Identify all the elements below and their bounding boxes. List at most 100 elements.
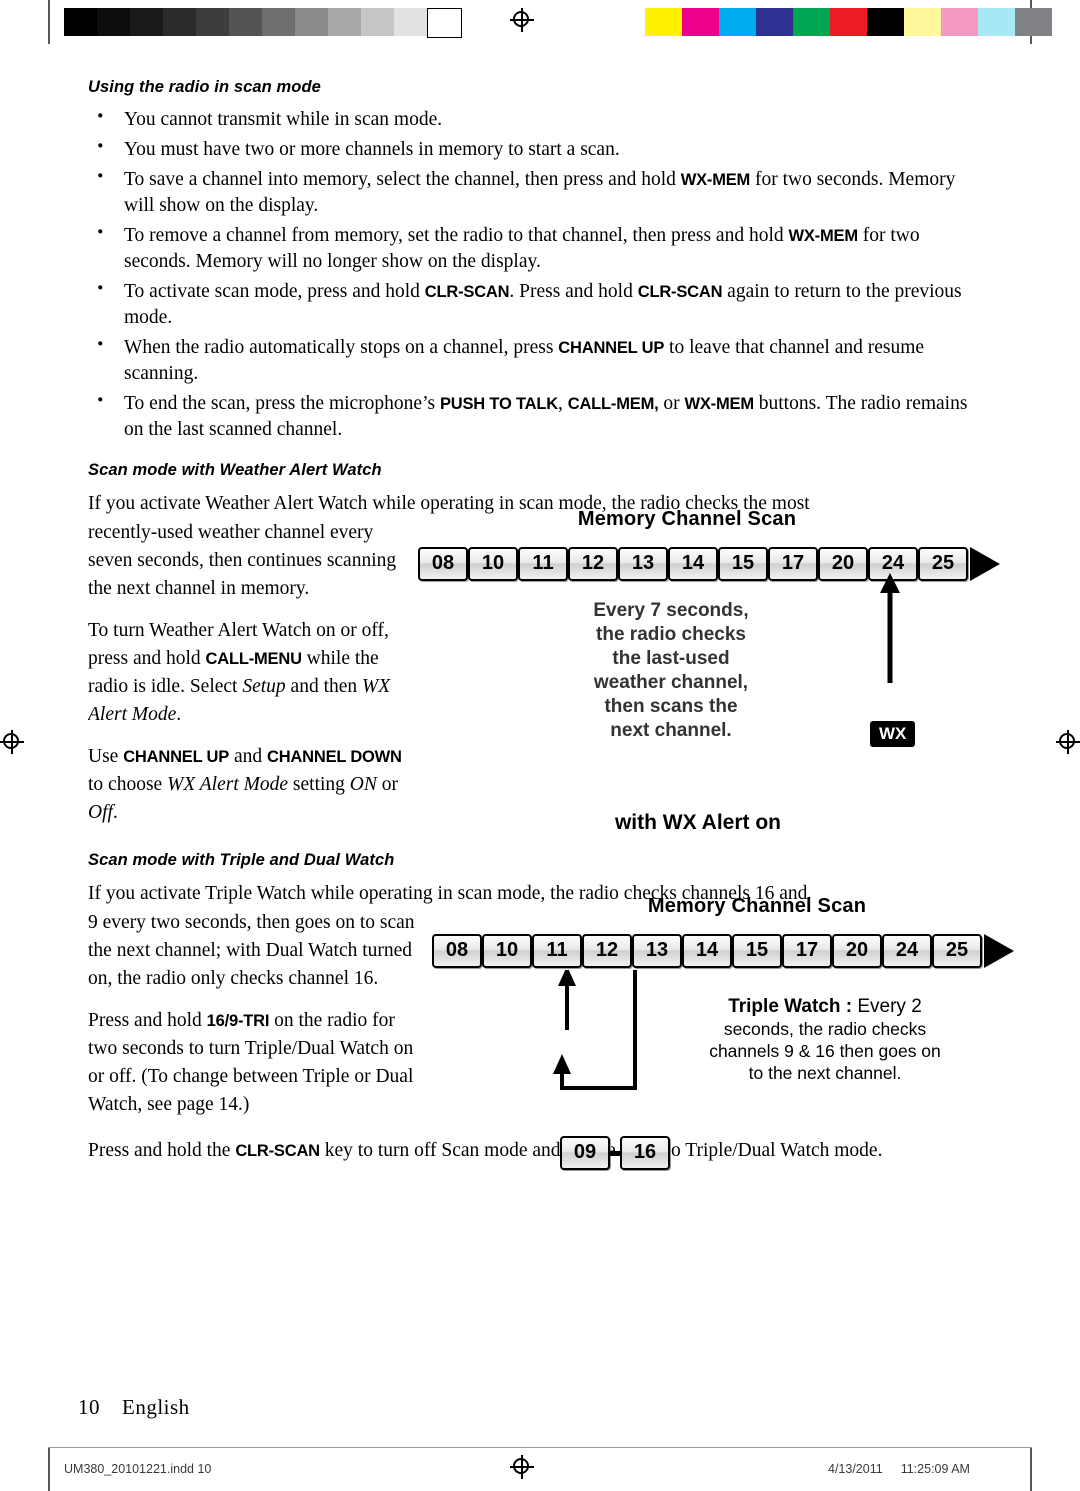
grayscale-swatch	[163, 8, 196, 36]
wx-p3-text-f: .	[112, 802, 118, 823]
color-calibration-bar	[645, 8, 1052, 36]
channel-box: 08	[432, 934, 482, 968]
grayscale-swatch	[196, 8, 229, 36]
wx-p2-italic-setup: Setup	[242, 676, 286, 697]
bullet-text: or	[658, 393, 685, 414]
channel-box: 12	[568, 547, 618, 581]
bullet-item: To remove a channel from memory, set the…	[88, 219, 978, 275]
figure-triple-caption-line: channels 9 & 16 then goes on	[709, 1041, 941, 1061]
figure-triple-title: Memory Channel Scan	[647, 895, 867, 917]
figure-triple-channel-chain: 08 10 11 12 13 14 15 17 20 24 25	[432, 934, 1014, 968]
grayscale-swatch	[64, 8, 97, 36]
channel-box: 24	[882, 934, 932, 968]
channel-box: 09	[560, 1136, 610, 1170]
trim-rule-bottom-left	[48, 1447, 50, 1491]
chain-arrow-icon	[984, 934, 1014, 968]
key-clr-scan: CLR-SCAN	[235, 1142, 320, 1160]
footer-timestamp: 4/13/2011 11:25:09 AM	[828, 1462, 970, 1476]
figure-triple-caption-lead: Every 2	[852, 996, 922, 1017]
wx-paragraph-2: To turn Weather Alert Watch on or off, p…	[88, 617, 418, 729]
channel-box: 10	[468, 547, 518, 581]
bullet-text: To remove a channel from memory, set the…	[124, 225, 789, 246]
bullet-text: You cannot transmit while in scan mode.	[124, 109, 443, 130]
figure-memory-channel-scan-wx: Memory Channel Scan 08 10 11 12 13 14 15 17 20 24…	[418, 508, 1000, 834]
footer-filename: UM380_20101221.indd 10	[64, 1462, 212, 1476]
scan-mode-bullet-list: You cannot transmit while in scan mode. Y…	[88, 103, 978, 443]
wx-paragraph-1: recently-used weather channel every seve…	[88, 522, 397, 599]
wx-p3-text-c: to choose	[88, 774, 168, 795]
figure-triple-caption-block: Triple Watch : Every 2 seconds, the radi…	[690, 996, 960, 1084]
figure-triple-branch-boxes: 09 16	[560, 1136, 670, 1170]
wx-p3-italic-mode: WX Alert Mode	[167, 774, 289, 795]
triple-paragraph-2: Press and hold 16/9-TRI on the radio for…	[88, 1007, 418, 1119]
grayscale-swatch	[130, 8, 163, 36]
grayscale-swatch	[262, 8, 295, 36]
channel-box: 14	[682, 934, 732, 968]
bullet-item: To activate scan mode, press and hold CL…	[88, 275, 978, 331]
key-16-9-tri: 16/9-TRI	[206, 1012, 270, 1030]
chain-connector	[610, 1150, 620, 1156]
channel-box: 17	[768, 547, 818, 581]
color-swatch	[904, 8, 941, 36]
page-language: English	[122, 1395, 190, 1419]
channel-box: 08	[418, 547, 468, 581]
page-number: 10	[78, 1395, 100, 1419]
registration-target-icon-right	[1056, 730, 1080, 754]
key-call-mem: CALL-MEM,	[567, 395, 659, 413]
channel-box: 11	[518, 547, 568, 581]
wx-p3-text-b: and	[229, 746, 267, 767]
bullet-item: To end the scan, press the microphone’s …	[88, 387, 978, 443]
channel-box: 20	[832, 934, 882, 968]
figure-wx-caption-line: the last-used	[612, 648, 730, 669]
figure-wx-caption-line: Every 7 seconds,	[593, 600, 749, 621]
color-swatch	[645, 8, 682, 36]
bullet-text: To activate scan mode, press and hold	[124, 281, 425, 302]
figure-triple-caption-title: Triple Watch :	[728, 996, 853, 1017]
key-channel-down: CHANNEL DOWN	[266, 748, 402, 766]
key-clr-scan: CLR-SCAN	[424, 283, 510, 301]
channel-box: 11	[532, 934, 582, 968]
bullet-item: When the radio automatically stops on a …	[88, 331, 978, 387]
footer-date: 4/13/2011	[828, 1462, 883, 1476]
wx-p2-text-d: .	[176, 704, 182, 725]
key-push-to-talk: PUSH TO TALK	[439, 395, 558, 413]
wx-p3-italic-off: Off	[88, 802, 113, 823]
color-swatch	[1015, 8, 1052, 36]
wx-p3-text-e: or	[376, 774, 398, 795]
bullet-text: When the radio automatically stops on a …	[124, 337, 559, 358]
triple-left-column: 9 every two seconds, then goes on to sca…	[88, 909, 418, 1133]
channel-box: 15	[718, 547, 768, 581]
trim-rule-top-left	[48, 0, 50, 44]
bullet-item: To save a channel into memory, select th…	[88, 163, 978, 219]
figure-wx-caption-line: weather channel,	[593, 672, 749, 693]
heading-scan-mode-weather-alert: Scan mode with Weather Alert Watch	[88, 461, 382, 479]
bullet-text: To end the scan, press the microphone’s	[124, 393, 440, 414]
grayscale-swatch	[295, 8, 328, 36]
key-wx-mem: WX-MEM	[684, 395, 755, 413]
bullet-text: . Press and hold	[509, 281, 638, 302]
heading-using-radio-in-scan-mode: Using the radio in scan mode	[88, 78, 321, 96]
color-swatch	[867, 8, 904, 36]
figure-triple-caption-lines: seconds, the radio checks channels 9 & 16…	[690, 1018, 960, 1084]
grayscale-swatch	[427, 8, 462, 38]
trim-rule-bottom-right	[1030, 1447, 1032, 1491]
registration-target-icon-bottom	[510, 1455, 534, 1479]
figure-wx-arrow-up-icon	[880, 573, 900, 683]
figure-wx-title: Memory Channel Scan	[577, 508, 797, 530]
grayscale-swatch	[361, 8, 394, 36]
bullet-item: You cannot transmit while in scan mode.	[88, 103, 978, 133]
grayscale-swatch	[229, 8, 262, 36]
heading-scan-mode-triple-dual: Scan mode with Triple and Dual Watch	[88, 851, 395, 869]
grayscale-swatch	[328, 8, 361, 36]
triple-p2-text-a: Press and hold	[88, 1010, 207, 1031]
registration-target-icon-left	[0, 730, 24, 754]
key-clr-scan: CLR-SCAN	[637, 283, 723, 301]
wx-p3-italic-on: ON	[349, 774, 377, 795]
color-swatch	[941, 8, 978, 36]
registration-target-icon-top	[510, 8, 534, 32]
triple-p3-text-a: Press and hold the	[88, 1140, 236, 1161]
color-swatch	[719, 8, 756, 36]
figure-wx-badge: WX	[870, 721, 916, 747]
wx-paragraph-3: Use CHANNEL UP and CHANNEL DOWN to choos…	[88, 743, 418, 827]
bullet-item: You must have two or more channels in me…	[88, 133, 978, 163]
